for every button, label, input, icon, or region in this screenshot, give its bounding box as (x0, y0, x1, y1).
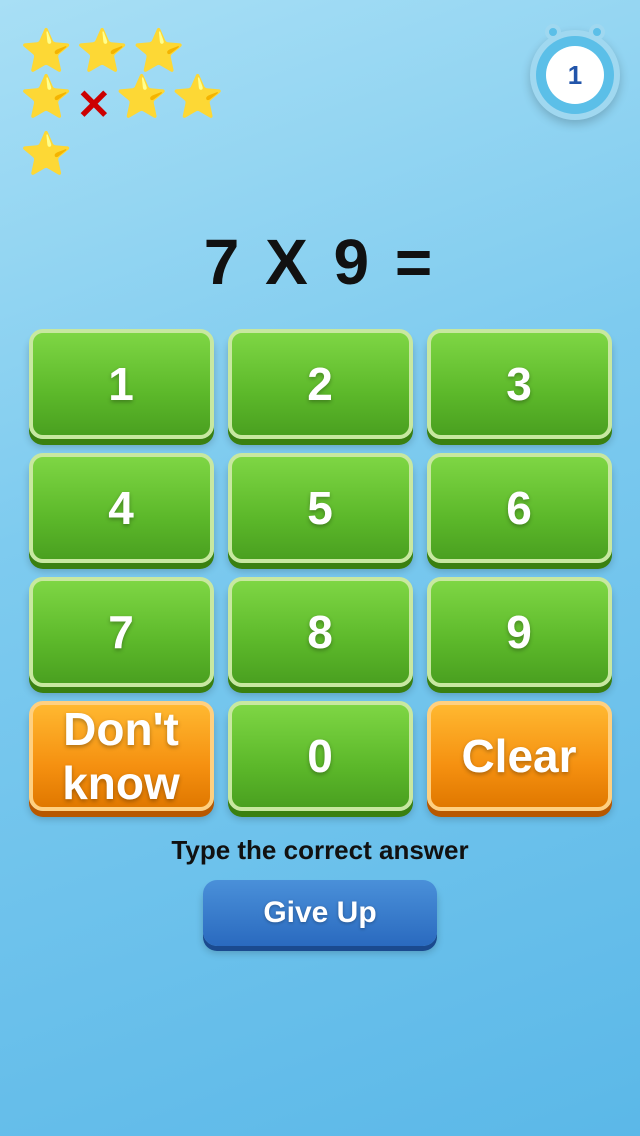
wrong-mark: ✕ (76, 80, 111, 129)
key-2[interactable]: 2 (228, 329, 413, 439)
clear-button[interactable]: Clear (427, 701, 612, 811)
timer-inner: 1 (546, 46, 604, 104)
timer-ear-right (589, 24, 605, 40)
give-up-button[interactable]: Give Up (203, 880, 436, 946)
dont-know-button[interactable]: Don't know (29, 701, 214, 811)
bottom-area: Type the correct answer Give Up (171, 835, 468, 946)
key-4[interactable]: 4 (29, 453, 214, 563)
star-4: ⭐ (20, 76, 72, 129)
star-5: ⭐ (116, 76, 168, 129)
key-8[interactable]: 8 (228, 577, 413, 687)
header: ⭐ ⭐ ⭐ ⭐ ✕ ⭐ ⭐ ⭐ 1 (0, 0, 640, 185)
star-3: ⭐ (133, 30, 185, 72)
star-2: ⭐ (76, 30, 128, 72)
timer-value: 1 (568, 60, 582, 91)
key-6[interactable]: 6 (427, 453, 612, 563)
keypad: 1 2 3 4 5 6 7 8 9 Don't know 0 Clear (0, 329, 640, 811)
keypad-row-bottom: Don't know 0 Clear (18, 701, 622, 811)
keypad-row-2: 4 5 6 (18, 453, 622, 563)
stars-area: ⭐ ⭐ ⭐ ⭐ ✕ ⭐ ⭐ ⭐ (20, 30, 240, 175)
keypad-row-3: 7 8 9 (18, 577, 622, 687)
key-9[interactable]: 9 (427, 577, 612, 687)
key-0[interactable]: 0 (228, 701, 413, 811)
key-3[interactable]: 3 (427, 329, 612, 439)
math-problem: 7 X 9 = (204, 225, 437, 299)
key-1[interactable]: 1 (29, 329, 214, 439)
instruction-text: Type the correct answer (171, 835, 468, 866)
timer-ear-left (545, 24, 561, 40)
star-6: ⭐ (172, 76, 224, 129)
key-5[interactable]: 5 (228, 453, 413, 563)
timer-ears (545, 24, 605, 40)
star-1: ⭐ (20, 30, 72, 72)
keypad-row-1: 1 2 3 (18, 329, 622, 439)
star-7: ⭐ (20, 133, 72, 175)
key-7[interactable]: 7 (29, 577, 214, 687)
timer: 1 (530, 30, 620, 120)
